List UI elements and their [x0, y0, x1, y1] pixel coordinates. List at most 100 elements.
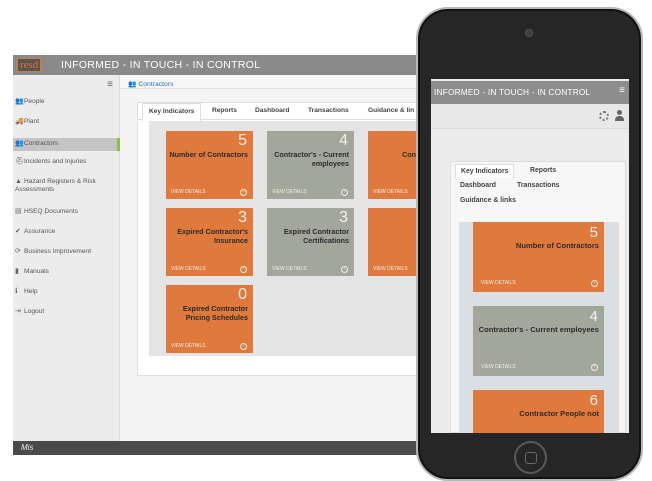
- sidebar-item-incidents-and-injuries[interactable]: ⛑Incidents and Injuries: [13, 158, 120, 166]
- indicator-tile[interactable]: 3 Expired Contractor Certifications VIEW D…: [267, 208, 354, 276]
- view-details-link[interactable]: VIEW DETAILS: [373, 266, 408, 272]
- sidebar-item-logout[interactable]: ⇥ Logout: [13, 308, 120, 316]
- tab-guidance-links[interactable]: Guidance & links: [460, 197, 516, 204]
- view-details-link[interactable]: VIEW DETAILS: [272, 266, 307, 272]
- view-details-link[interactable]: VIEW DETAILS: [272, 189, 307, 195]
- people-icon: 👥: [15, 98, 24, 105]
- sidebar-item-label: People: [24, 98, 45, 105]
- sidebar-item-label: Incidents and Injuries: [24, 158, 87, 165]
- tile-count: 4: [589, 308, 598, 325]
- arrow-circle-icon[interactable]: ›: [240, 266, 247, 273]
- breadcrumb[interactable]: 👥 Contractors: [128, 80, 174, 88]
- sidebar-item-label: Logout: [24, 308, 45, 315]
- indicator-tile[interactable]: 6 Contractor People not: [473, 390, 604, 433]
- hamburger-menu-icon[interactable]: ≡: [107, 79, 113, 90]
- view-details-link[interactable]: VIEW DETAILS: [373, 189, 408, 195]
- refresh-icon: ⟳: [15, 248, 21, 255]
- tile-label: Contractor's - Current employees: [478, 325, 599, 334]
- arrow-circle-icon[interactable]: ›: [341, 189, 348, 196]
- sidebar-item-hazard-registers-risk-assessments[interactable]: ▲ Hazard Registers & Risk Assessments: [13, 178, 120, 194]
- phone-title-bar: INFORMED - IN TOUCH - IN CONTROL ≡: [431, 81, 629, 104]
- tab-dashboard[interactable]: Dashboard: [460, 182, 496, 189]
- tile-count: 0: [238, 286, 247, 303]
- tile-count: 5: [589, 224, 598, 241]
- desktop-title-bar: resd INFORMED - IN TOUCH - IN CONTROL: [13, 55, 433, 75]
- home-button-icon: [525, 452, 537, 464]
- sidebar-item-label: Plant: [24, 118, 40, 125]
- truck-icon: 🚚: [15, 118, 24, 125]
- hamburger-menu-icon[interactable]: ≡: [619, 85, 625, 96]
- tile-label: Contractor People not: [519, 409, 599, 418]
- warning-icon: ▲: [15, 178, 22, 185]
- indicator-tile[interactable]: 5 Number of Contractors VIEW DETAILS ›: [473, 222, 604, 292]
- tab-key-indicators[interactable]: Key Indicators: [455, 164, 515, 178]
- sidebar-item-label: Manuals: [24, 268, 49, 275]
- tab-reports[interactable]: Reports: [530, 167, 556, 174]
- footer-bar: Mis: [13, 441, 433, 455]
- view-details-link[interactable]: VIEW DETAILS: [171, 343, 206, 349]
- indicator-tile[interactable]: 4 Contractor's - Current employees VIEW DE…: [473, 306, 604, 376]
- main-panel: Key Indicators Reports Dashboard Transac…: [137, 102, 433, 376]
- sidebar-item-manuals[interactable]: ▮ Manuals: [13, 268, 120, 276]
- tile-label: Number of Contractors: [169, 150, 248, 159]
- tab-transactions[interactable]: Transactions: [517, 182, 560, 189]
- tab-dashboard[interactable]: Dashboard: [255, 107, 289, 114]
- sidebar-item-label: Help: [24, 288, 38, 295]
- arrow-circle-icon[interactable]: ›: [341, 266, 348, 273]
- indicator-tile[interactable]: 3 Expired Contractor's Insurance VIEW DETA…: [166, 208, 253, 276]
- tile-label: Expired Contractor Pricing Schedules: [182, 304, 248, 322]
- sidebar: ≡ 👥People 🚚Plant 👥Contractors ⛑Incidents an…: [13, 75, 120, 441]
- arrow-circle-icon[interactable]: ›: [240, 189, 247, 196]
- desktop-window: resd INFORMED - IN TOUCH - IN CONTROL 👥 …: [13, 55, 433, 455]
- sidebar-item-assurance[interactable]: ✔ Assurance: [13, 228, 120, 236]
- view-details-link[interactable]: VIEW DETAILS: [171, 266, 206, 272]
- home-button[interactable]: [514, 441, 547, 474]
- tab-reports[interactable]: Reports: [212, 107, 237, 114]
- tile-label: Contractor's - Current employees: [274, 150, 349, 168]
- breadcrumb-label: Contractors: [138, 81, 174, 88]
- app-logo[interactable]: resd: [17, 58, 42, 72]
- tile-count: 3: [238, 209, 247, 226]
- phone-device: INFORMED - IN TOUCH - IN CONTROL ≡ Key I…: [416, 7, 643, 481]
- arrow-circle-icon[interactable]: ›: [591, 364, 598, 371]
- phone-screen: INFORMED - IN TOUCH - IN CONTROL ≡ Key I…: [431, 79, 629, 433]
- document-icon: ▤: [15, 208, 22, 215]
- indicator-tile[interactable]: 0 Expired Contractor Pricing Schedules VIE…: [166, 285, 253, 353]
- sidebar-item-help[interactable]: ℹ Help: [13, 288, 120, 296]
- arrow-circle-icon[interactable]: ›: [240, 343, 247, 350]
- phone-main-panel: Key Indicators Reports Dashboard Transac…: [450, 161, 626, 433]
- sidebar-item-plant[interactable]: 🚚Plant: [13, 118, 120, 126]
- phone-camera: [525, 29, 533, 37]
- sidebar-item-people[interactable]: 👥People: [13, 98, 120, 106]
- tile-count: 3: [339, 209, 348, 226]
- indicator-tile[interactable]: 5 Number of Contractors VIEW DETAILS ›: [166, 131, 253, 199]
- footer-logo: Mis: [21, 443, 34, 452]
- tab-guidance-links[interactable]: Guidance & lin: [368, 107, 414, 114]
- sidebar-item-label: Assurance: [24, 228, 56, 235]
- sidebar-item-hseq-documents[interactable]: ▤ HSEQ Documents: [13, 208, 120, 216]
- tab-key-indicators[interactable]: Key Indicators: [142, 103, 202, 121]
- tile-label: Number of Contractors: [515, 241, 599, 250]
- phone-toolbar: [431, 104, 629, 129]
- phone-tile-list: 5 Number of Contractors VIEW DETAILS › 4 Cont…: [459, 222, 619, 433]
- sidebar-item-label: Business Improvement: [24, 248, 92, 255]
- user-icon[interactable]: [615, 110, 624, 121]
- tile-count: 6: [589, 392, 598, 409]
- gear-icon[interactable]: [599, 111, 609, 121]
- contractors-icon: 👥: [128, 81, 137, 88]
- ambulance-icon: ⛑: [15, 158, 24, 165]
- view-details-link[interactable]: VIEW DETAILS: [481, 280, 516, 286]
- contractors-icon: 👥: [15, 140, 24, 147]
- view-details-link[interactable]: VIEW DETAILS: [171, 189, 206, 195]
- tile-label: Expired Contractor Certifications: [283, 227, 349, 245]
- sidebar-item-contractors[interactable]: 👥Contractors: [13, 138, 120, 151]
- tile-count: 4: [339, 132, 348, 149]
- indicator-tile[interactable]: 4 Contractor's - Current employees VIEW DE…: [267, 131, 354, 199]
- sidebar-item-label: HSEQ Documents: [24, 208, 78, 215]
- sidebar-item-business-improvement[interactable]: ⟳ Business Improvement: [13, 248, 120, 256]
- tab-transactions[interactable]: Transactions: [308, 107, 349, 114]
- view-details-link[interactable]: VIEW DETAILS: [481, 364, 516, 370]
- tile-label: Expired Contractor's Insurance: [177, 227, 248, 245]
- screenshot-stage: resd INFORMED - IN TOUCH - IN CONTROL 👥 …: [0, 0, 652, 481]
- arrow-circle-icon[interactable]: ›: [591, 280, 598, 287]
